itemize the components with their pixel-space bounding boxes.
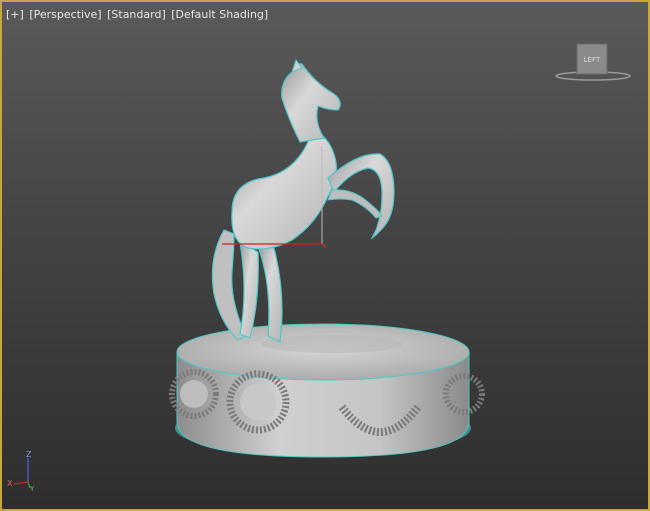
viewcube[interactable]: LEFT [554,42,632,84]
gizmo-x-label: x [322,242,326,250]
world-axis-tripod: Z X Y [6,448,50,493]
horse-statue[interactable] [211,58,395,343]
axis-z-label: Z [26,450,32,459]
viewcube-face-label: LEFT [584,56,601,64]
axis-x-label: X [7,479,13,488]
scene-canvas[interactable]: z x [2,2,648,509]
gizmo-z-label: z [322,143,326,151]
axis-y-label: Y [29,485,35,492]
perspective-viewport[interactable]: [+] [Perspective] [Standard] [Default Sh… [0,0,650,511]
pedestal-base[interactable] [169,323,485,458]
